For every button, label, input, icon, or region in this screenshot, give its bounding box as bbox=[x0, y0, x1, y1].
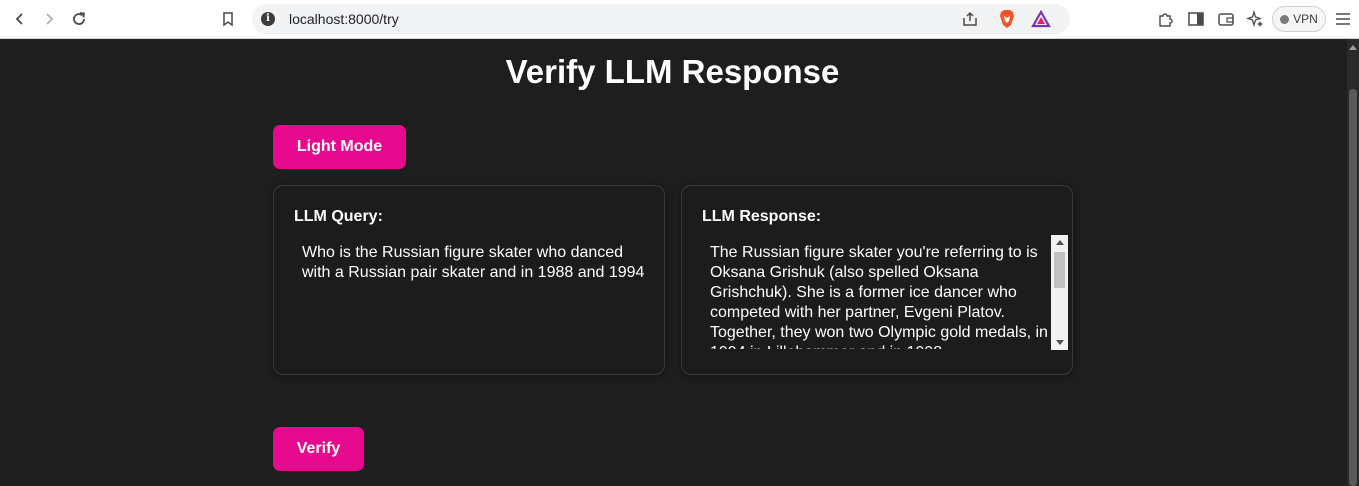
brave-shield-icon[interactable] bbox=[997, 9, 1017, 29]
response-panel: LLM Response: The Russian figure skater … bbox=[681, 185, 1073, 375]
vpn-button[interactable]: VPN bbox=[1272, 6, 1326, 32]
sidebar-icon[interactable] bbox=[1185, 8, 1207, 30]
page-scrollbar-thumb[interactable] bbox=[1349, 89, 1357, 486]
scroll-up-arrow-icon[interactable] bbox=[1056, 240, 1064, 245]
menu-icon[interactable] bbox=[1332, 8, 1354, 30]
scroll-down-arrow-icon[interactable] bbox=[1056, 340, 1064, 345]
response-textarea[interactable]: The Russian figure skater you're referri… bbox=[710, 235, 1068, 349]
query-label: LLM Query: bbox=[294, 208, 383, 225]
browser-toolbar: i localhost:8000/try VPN bbox=[0, 0, 1359, 39]
verify-button[interactable]: Verify bbox=[273, 427, 364, 471]
site-info-icon[interactable]: i bbox=[261, 12, 275, 26]
brave-rewards-icon[interactable] bbox=[1031, 9, 1051, 29]
scroll-up-icon[interactable] bbox=[1349, 45, 1357, 50]
back-icon[interactable] bbox=[7, 6, 33, 32]
leo-ai-icon[interactable] bbox=[1244, 8, 1266, 30]
page-title: Verify LLM Response bbox=[505, 53, 840, 90]
extensions-icon[interactable] bbox=[1154, 8, 1176, 30]
address-url[interactable]: localhost:8000/try bbox=[289, 11, 399, 27]
vpn-status-icon bbox=[1280, 14, 1290, 24]
query-panel: LLM Query: Who is the Russian figure ska… bbox=[273, 185, 665, 375]
response-scrollbar-thumb[interactable] bbox=[1054, 252, 1065, 288]
page-scrollbar[interactable] bbox=[1347, 39, 1359, 486]
forward-icon[interactable] bbox=[36, 6, 62, 32]
wallet-icon[interactable] bbox=[1215, 8, 1237, 30]
query-text[interactable]: Who is the Russian figure skater who dan… bbox=[302, 243, 652, 283]
reload-icon[interactable] bbox=[66, 6, 92, 32]
share-icon[interactable] bbox=[960, 9, 980, 29]
response-scrollbar[interactable] bbox=[1051, 235, 1068, 350]
light-mode-button[interactable]: Light Mode bbox=[273, 125, 406, 169]
address-bar[interactable]: i localhost:8000/try bbox=[252, 4, 1070, 34]
vpn-label: VPN bbox=[1293, 12, 1318, 26]
response-text: The Russian figure skater you're referri… bbox=[710, 244, 1048, 349]
response-label: LLM Response: bbox=[702, 208, 822, 225]
bookmark-icon[interactable] bbox=[215, 6, 241, 32]
